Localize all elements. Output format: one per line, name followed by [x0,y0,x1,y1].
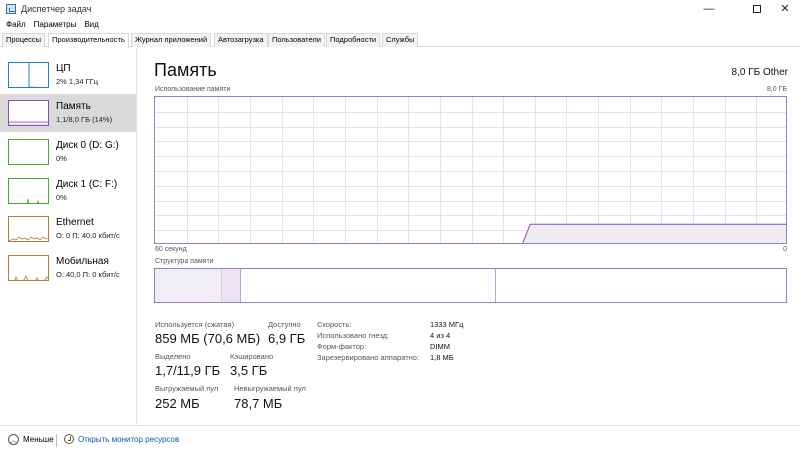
sidebar-item-label: Диск 1 (C: F:) [56,179,118,190]
title-bar: Диспетчер задач [0,0,800,17]
tab-services[interactable]: Службы [382,33,419,47]
close-button[interactable]: ✕ [770,0,800,17]
menu-options[interactable]: Параметры [34,20,77,29]
sidebar-item-label: Ethernet [56,217,94,228]
tab-bar: Процессы Производительность Журнал прило… [0,33,800,48]
composition-free[interactable] [496,269,786,302]
tab-performance[interactable]: Производительность [48,33,129,48]
fewer-details-label: Меньше [23,435,54,444]
sidebar-item-value: О: 0 П: 40,0 кбит/с [56,231,120,240]
memory-thumbnail [8,100,49,126]
memory-composition-bar [154,268,787,303]
footer-bar: ︿ Меньше Открыть монитор ресурсов [0,425,800,456]
tab-processes[interactable]: Процессы [2,33,46,47]
sidebar-item-label: ЦП [56,63,71,74]
tab-startup[interactable]: Автозагрузка [214,33,268,47]
nonpaged-pool-label: Невыгружаемый пул [234,384,306,393]
cpu-thumbnail [8,62,49,88]
menu-file[interactable]: Файл [6,20,26,29]
hardware-reserved-value: 1,8 МБ [430,353,454,362]
mobile-mini-graph [14,275,48,280]
tab-details[interactable]: Подробности [326,33,381,47]
composition-label: Структура памяти [155,258,214,265]
footer-divider [56,434,57,447]
available-label: Доступно [268,320,301,329]
usage-graph-label: Использование памяти [155,86,231,93]
disk0-mini-graph [9,140,49,165]
memory-usage-graph [154,96,787,244]
sidebar-item-value: О: 40,0 П: 0 кбит/с [56,270,120,279]
usage-graph-max: 8,0 ГБ [766,86,787,93]
tab-users[interactable]: Пользователи [268,33,325,47]
disk1-mini-graph [26,198,40,203]
sidebar-item-label: Мобильная [56,256,109,267]
slots-label: Использовано гнезд: [317,331,390,340]
minimize-button[interactable]: — [694,0,724,17]
page-title: Память [154,60,217,80]
ethernet-thumbnail [8,216,49,242]
sidebar-item-value: 0% [56,193,67,202]
available-value: 6,9 ГБ [268,331,306,346]
sidebar-item-value: 0% [56,154,67,163]
composition-in-use[interactable] [155,269,222,302]
composition-modified[interactable] [222,269,241,302]
form-factor-label: Форм-фактор: [317,342,367,351]
mobile-thumbnail [8,255,49,281]
hardware-reserved-label: Зарезервировано аппаратно: [317,353,420,362]
fewer-details-button[interactable]: ︿ Меньше [8,434,54,445]
disk1-thumbnail [8,178,49,204]
paged-pool-label: Выгружаемый пул [155,384,219,393]
composition-standby[interactable] [241,269,496,302]
resource-monitor-label: Открыть монитор ресурсов [78,434,180,444]
sidebar-item-mobile[interactable]: Мобильная О: 40,0 П: 0 кбит/с [0,249,136,287]
speed-label: Скорость: [317,320,352,329]
cached-label: Кэшировано [230,352,274,361]
time-axis-right: 0 [783,246,787,253]
window-title: Диспетчер задач [21,3,92,14]
sidebar-item-cpu[interactable]: ЦП 2% 1,34 ГГц [0,56,136,94]
chevron-up-icon: ︿ [8,434,19,445]
cached-value: 3,5 ГБ [230,363,268,378]
resource-sidebar: ЦП 2% 1,34 ГГц Память 1,1/8,0 ГБ (14%) Д… [0,48,137,425]
speed-value: 1333 МГц [430,320,464,329]
memory-mini-graph [9,121,48,125]
ethernet-mini-graph [9,236,48,241]
time-axis-left: 60 секунд [155,246,187,253]
memory-usage-chart [155,97,786,243]
usage-area [522,224,786,243]
sidebar-item-disk-0[interactable]: Диск 0 (D: G:) 0% [0,133,136,171]
cpu-mini-graph [28,63,39,87]
menu-bar: Файл Параметры Вид [0,17,107,32]
menu-view[interactable]: Вид [84,20,98,29]
committed-value: 1,7/11,9 ГБ [155,363,221,378]
disk0-thumbnail [8,139,49,165]
in-use-value: 859 МБ (70,6 МБ) [155,331,261,346]
resource-monitor-icon [64,434,74,444]
task-manager-icon [6,3,16,14]
nonpaged-pool-value: 78,7 МБ [234,396,283,411]
sidebar-item-disk-1[interactable]: Диск 1 (C: F:) 0% [0,172,136,210]
resource-monitor-link[interactable]: Открыть монитор ресурсов [64,434,179,444]
paged-pool-value: 252 МБ [155,396,200,411]
memory-total: 8,0 ГБ Other [731,67,788,78]
sidebar-item-value: 2% 1,34 ГГц [56,77,99,86]
form-factor-value: DIMM [430,342,450,351]
sidebar-item-value: 1,1/8,0 ГБ (14%) [56,115,113,124]
maximize-button[interactable] [742,0,772,17]
maximize-icon [753,4,761,13]
sidebar-item-label: Диск 0 (D: G:) [56,140,119,151]
committed-label: Выделено [155,352,191,361]
sidebar-item-ethernet[interactable]: Ethernet О: 0 П: 40,0 кбит/с [0,210,136,248]
in-use-label: Используется (сжатая) [155,320,235,329]
sidebar-item-label: Память [56,101,91,112]
sidebar-item-memory[interactable]: Память 1,1/8,0 ГБ (14%) [0,94,136,132]
tab-app-history[interactable]: Журнал приложений [131,33,212,47]
slots-value: 4 из 4 [430,331,451,340]
